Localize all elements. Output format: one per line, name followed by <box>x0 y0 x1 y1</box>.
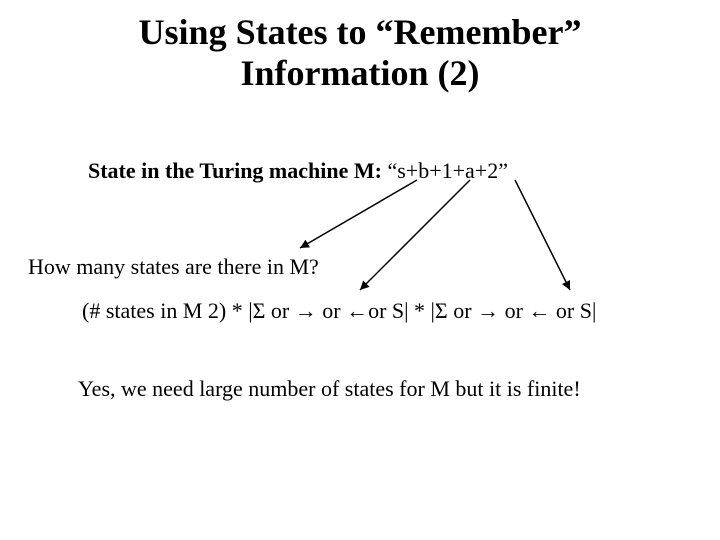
slide: Using States to “Remember” Information (… <box>0 0 720 540</box>
arrow-line-3 <box>515 180 570 290</box>
title-line-2: Information (2) <box>241 53 480 93</box>
slide-title: Using States to “Remember” Information (… <box>0 12 720 95</box>
state-value: “s+b+1+a+2” <box>387 158 507 183</box>
title-line-1: Using States to “Remember” <box>139 12 582 52</box>
arrow-line-2 <box>360 180 470 290</box>
question-text: How many states are there in M? <box>28 254 319 280</box>
state-label: State in the Turing machine M: <box>88 158 387 183</box>
conclusion-text: Yes, we need large number of states for … <box>78 376 581 402</box>
arrow-line-1 <box>300 180 417 248</box>
state-line: State in the Turing machine M: “s+b+1+a+… <box>88 158 508 184</box>
formula-text: (# states in M 2) * |Σ or → or ←or S| * … <box>82 298 596 324</box>
